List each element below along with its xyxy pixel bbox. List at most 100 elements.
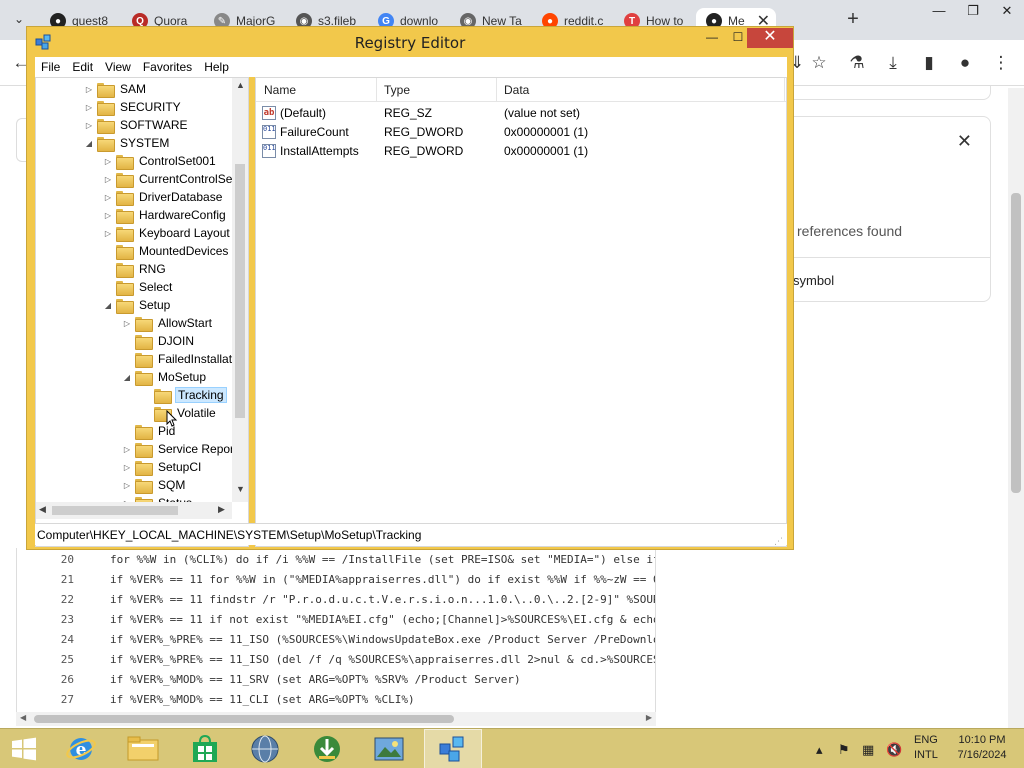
menu-file[interactable]: File [35, 57, 66, 77]
scroll-down-arrow-icon[interactable]: ▼ [236, 484, 245, 494]
expand-toggle-icon[interactable]: ▷ [122, 445, 132, 454]
expand-toggle-icon[interactable]: ▷ [84, 103, 94, 112]
tree-key-setup[interactable]: ◢ Setup [103, 296, 172, 314]
tree-key-mounteddevices[interactable]: MountedDevices [103, 242, 230, 260]
resize-grip-icon[interactable]: ⋰ [774, 530, 783, 552]
show-hidden-icons-icon[interactable]: ▴ [816, 742, 823, 758]
tree-key-hardwareconfig[interactable]: ▷ HardwareConfig [103, 206, 228, 224]
value-row[interactable]: 011 FailureCount REG_DWORD 0x00000001 (1) [256, 123, 786, 142]
labs-flask-icon[interactable]: ⚗ [846, 52, 868, 74]
expand-toggle-icon[interactable]: ◢ [122, 373, 132, 382]
windows-taskbar: e ▴ ⚑ ▦ 🔇 ENG INTL 10:10 PM 7/16/2024 [0, 728, 1024, 768]
tree-scroll-right-icon[interactable]: ▶ [218, 504, 225, 515]
tree-key-system[interactable]: ◢ SYSTEM [84, 134, 171, 152]
tree-key-volatile[interactable]: Volatile [141, 404, 218, 422]
expand-toggle-icon[interactable]: ▷ [84, 85, 94, 94]
tree-key-controlset001[interactable]: ▷ ControlSet001 [103, 152, 218, 170]
value-row[interactable]: 011 InstallAttempts REG_DWORD 0x00000001 (1… [256, 142, 786, 161]
scroll-left-arrow-icon[interactable]: ◀ [20, 713, 26, 722]
tree-vertical-scrollbar[interactable]: ▲ ▼ [232, 78, 248, 502]
scroll-up-arrow-icon[interactable]: ▲ [236, 80, 245, 90]
close-window-button[interactable]: ✕ [990, 0, 1024, 24]
taskbar-file-explorer[interactable] [114, 729, 172, 768]
code-horizontal-scrollbar[interactable]: ◀ ▶ [16, 712, 656, 726]
expand-toggle-icon[interactable]: ▷ [103, 193, 113, 202]
tree-key-rng[interactable]: RNG [103, 260, 168, 278]
tree-key-label: RNG [139, 262, 166, 276]
taskbar-download-manager[interactable] [298, 729, 356, 768]
tree-key-service-report[interactable]: ▷ Service Report [122, 440, 239, 458]
tree-key-driverdatabase[interactable]: ▷ DriverDatabase [103, 188, 224, 206]
tree-key-sqm[interactable]: ▷ SQM [122, 476, 187, 494]
download-icon[interactable]: ⤓ [882, 52, 904, 74]
tree-key-security[interactable]: ▷ SECURITY [84, 98, 183, 116]
expand-toggle-icon[interactable]: ▷ [122, 481, 132, 490]
language-indicator[interactable]: ENG INTL [914, 734, 938, 768]
reg-close-button[interactable]: ✕ [747, 28, 793, 48]
menu-view[interactable]: View [99, 57, 137, 77]
tree-key-setupci[interactable]: ▷ SetupCI [122, 458, 203, 476]
tree-key-sam[interactable]: ▷ SAM [84, 80, 148, 98]
tree-key-software[interactable]: ▷ SOFTWARE [84, 116, 190, 134]
tree-hscroll-thumb[interactable] [52, 506, 178, 515]
taskbar-photo-viewer[interactable] [360, 729, 418, 768]
menu-kebab-icon[interactable]: ⋮ [990, 52, 1012, 74]
expand-toggle-icon[interactable]: ▷ [122, 319, 132, 328]
value-type: REG_DWORD [384, 125, 464, 139]
tree-scroll-left-icon[interactable]: ◀ [39, 504, 46, 515]
bookmark-star-icon[interactable]: ☆ [808, 52, 830, 74]
taskbar-internet-explorer[interactable]: e [52, 729, 110, 768]
restore-button[interactable]: ❐ [956, 0, 990, 24]
start-button[interactable] [10, 737, 38, 761]
network-icon[interactable]: ▦ [862, 742, 874, 758]
column-type-header[interactable]: Type [384, 83, 410, 97]
tree-key-mosetup[interactable]: ◢ MoSetup [122, 368, 208, 386]
taskbar-store[interactable] [176, 729, 234, 768]
expand-toggle-icon[interactable]: ▷ [84, 121, 94, 130]
code-line: 26 if %VER%_%MOD% == 11_SRV (set ARG=%OPT… [17, 670, 521, 690]
value-name: InstallAttempts [280, 144, 359, 158]
tree-key-djoin[interactable]: DJOIN [122, 332, 196, 350]
tree-key-currentcontrolset[interactable]: ▷ CurrentControlSet [103, 170, 238, 188]
profile-avatar-icon[interactable]: ● [954, 52, 976, 74]
scroll-right-arrow-icon[interactable]: ▶ [646, 713, 652, 722]
tree-key-failedinstallati[interactable]: FailedInstallati [122, 350, 237, 368]
taskbar-network-globe[interactable] [236, 729, 294, 768]
expand-toggle-icon[interactable]: ▷ [103, 211, 113, 220]
tree-scroll-thumb[interactable] [235, 164, 245, 418]
menu-help[interactable]: Help [198, 57, 235, 77]
symbol-text[interactable]: symbol [793, 273, 834, 288]
tree-horizontal-scrollbar[interactable]: ◀ ▶ [36, 502, 232, 519]
card-close-icon[interactable]: ✕ [957, 131, 972, 152]
menu-favorites[interactable]: Favorites [137, 57, 198, 77]
new-tab-button[interactable]: + [842, 8, 864, 30]
expand-toggle-icon[interactable]: ▷ [103, 229, 113, 238]
minimize-button[interactable]: — [922, 0, 956, 24]
taskbar-registry-editor[interactable] [424, 729, 482, 768]
value-row[interactable]: ab (Default) REG_SZ (value not set) [256, 104, 786, 123]
folder-icon [97, 100, 115, 116]
value-name: FailureCount [280, 125, 349, 139]
expand-toggle-icon[interactable]: ▷ [122, 463, 132, 472]
column-data-header[interactable]: Data [504, 83, 529, 97]
volume-muted-icon[interactable]: 🔇 [886, 742, 902, 758]
page-scroll-thumb[interactable] [1011, 193, 1021, 493]
clock[interactable]: 10:10 PM 7/16/2024 [950, 734, 1014, 768]
action-center-flag-icon[interactable]: ⚑ [838, 742, 850, 758]
expand-toggle-icon[interactable]: ◢ [84, 139, 94, 148]
reg-minimize-button[interactable]: — [699, 28, 725, 48]
tree-key-allowstart[interactable]: ▷ AllowStart [122, 314, 214, 332]
code-scroll-thumb[interactable] [34, 715, 454, 723]
code-text: if %VER% == 11 findstr /r "P.r.o.d.u.c.t… [110, 593, 656, 606]
tree-key-select[interactable]: Select [103, 278, 174, 296]
tree-key-keyboard-layout[interactable]: ▷ Keyboard Layout [103, 224, 232, 242]
expand-toggle-icon[interactable]: ▷ [103, 157, 113, 166]
expand-toggle-icon[interactable]: ▷ [103, 175, 113, 184]
side-panel-icon[interactable]: ▮ [918, 52, 940, 74]
menu-edit[interactable]: Edit [66, 57, 99, 77]
page-vertical-scrollbar[interactable] [1008, 88, 1024, 728]
expand-toggle-icon[interactable]: ◢ [103, 301, 113, 310]
registry-title-bar[interactable]: Registry Editor — ☐ ✕ [27, 27, 793, 57]
column-name-header[interactable]: Name [264, 83, 296, 97]
tree-key-tracking[interactable]: Tracking [141, 386, 227, 404]
